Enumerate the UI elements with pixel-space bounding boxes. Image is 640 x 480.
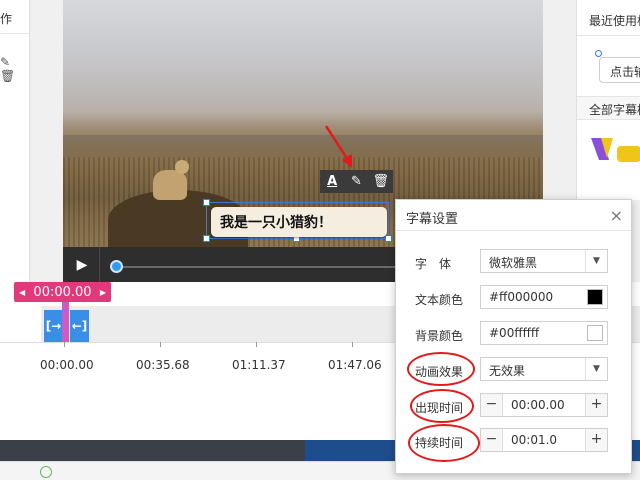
font-select[interactable]: 微软雅黑 ▼	[480, 249, 608, 273]
ruler-label: 01:11.37	[232, 358, 286, 372]
ruler-tick	[256, 342, 257, 347]
duration-stepper[interactable]: − 00:01.0 +	[480, 428, 608, 452]
font-label: 字 体	[415, 257, 452, 271]
playhead-time-marker[interactable]: ◀ 00:00.00 ▶	[14, 282, 111, 302]
chevron-down-icon[interactable]: ▼	[585, 358, 607, 380]
animation-select[interactable]: 无效果 ▼	[480, 357, 608, 381]
annotation-arrow	[324, 125, 352, 168]
marker-time: 00:00.00	[33, 284, 92, 300]
style-thumbnail[interactable]	[587, 130, 640, 175]
text-color-label: 文本颜色	[415, 293, 464, 307]
status-icon	[40, 466, 52, 478]
resize-handle[interactable]	[385, 235, 392, 242]
annotation-circle	[407, 352, 475, 386]
ruler-tick	[352, 342, 353, 347]
text-color-swatch[interactable]	[587, 289, 603, 305]
text-color-value: #ff000000	[489, 290, 554, 304]
right-panel: 最近使用标 点击输 全部字幕样	[576, 0, 640, 200]
bg-color-field[interactable]: #00ffffff	[480, 321, 608, 345]
resize-handle[interactable]	[203, 199, 210, 206]
dialog-title: 字幕设置	[406, 212, 459, 227]
clip-start-handle[interactable]: [→	[44, 310, 63, 342]
ruler-label: 00:35.68	[136, 358, 190, 372]
resize-handle[interactable]	[203, 235, 210, 242]
subtitle-edit-toolbar: A ✎ 🗑	[320, 170, 393, 193]
progress-track[interactable]	[115, 266, 405, 268]
ruler-tick	[160, 342, 161, 347]
all-styles-header: 全部字幕样	[577, 96, 640, 120]
font-row: 字 体 微软雅黑 ▼	[396, 249, 633, 275]
bg-color-swatch[interactable]	[587, 325, 603, 341]
marker-right-arrow[interactable]: ▶	[100, 288, 106, 297]
left-panel: 作 ✎ 🗑	[0, 0, 30, 282]
plus-button[interactable]: +	[585, 394, 607, 416]
timeline-playhead[interactable]	[62, 302, 69, 342]
marker-left-arrow[interactable]: ◀	[19, 288, 25, 297]
player-controls: ▶	[63, 247, 405, 282]
bg-color-row: 背景颜色 #00ffffff	[396, 321, 633, 347]
minus-button[interactable]: −	[481, 429, 503, 451]
chevron-down-icon[interactable]: ▼	[585, 250, 607, 272]
annotation-circle	[410, 389, 474, 423]
subtitle-text[interactable]: 我是一只小猎豹！	[211, 207, 387, 237]
recent-styles-header: 最近使用标	[577, 0, 640, 36]
pencil-icon[interactable]: ✎	[0, 55, 10, 69]
appear-time-stepper[interactable]: − 00:00.00 +	[480, 393, 608, 417]
minus-button[interactable]: −	[481, 394, 503, 416]
pencil-icon[interactable]: ✎	[346, 174, 366, 189]
text-color-row: 文本颜色 #ff000000	[396, 285, 633, 311]
bottom-bar	[0, 440, 305, 461]
left-panel-header: 作	[0, 0, 29, 34]
plus-button[interactable]: +	[585, 429, 607, 451]
play-icon[interactable]: ▶	[69, 255, 95, 275]
left-panel-tools: ✎ 🗑	[0, 55, 29, 83]
style-handle	[595, 50, 602, 57]
ruler-label: 01:47.06	[328, 358, 382, 372]
ruler-label: 00:00.00	[40, 358, 94, 372]
ruler-tick	[64, 342, 65, 347]
bg-color-value: #00ffffff	[489, 326, 540, 340]
cheetah-head	[175, 160, 189, 174]
annotation-circle	[408, 424, 480, 462]
clip-end-handle[interactable]: ←]	[70, 310, 89, 342]
progress-knob[interactable]	[110, 260, 123, 273]
dialog-header: 字幕设置 ×	[396, 200, 631, 231]
click-input-style[interactable]: 点击输	[599, 57, 640, 83]
appear-time-value[interactable]: 00:00.00	[511, 398, 565, 412]
font-value: 微软雅黑	[489, 256, 538, 270]
text-color-field[interactable]: #ff000000	[480, 285, 608, 309]
bg-color-label: 背景颜色	[415, 329, 464, 343]
close-icon[interactable]: ×	[610, 206, 623, 225]
duration-value[interactable]: 00:01.0	[511, 433, 557, 447]
trash-icon[interactable]: 🗑	[0, 69, 15, 83]
animation-value: 无效果	[489, 364, 526, 378]
trash-icon[interactable]: 🗑	[371, 174, 391, 189]
font-icon[interactable]: A	[322, 174, 342, 189]
cheetah-body	[153, 170, 187, 200]
divider	[99, 247, 100, 282]
